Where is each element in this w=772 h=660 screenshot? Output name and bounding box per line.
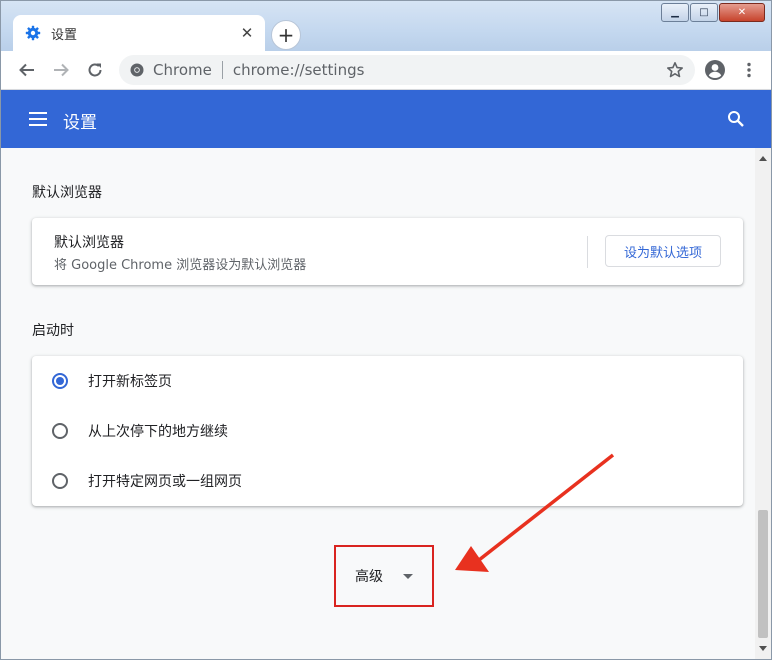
advanced-label: 高级 bbox=[355, 569, 383, 585]
radio-button[interactable] bbox=[52, 473, 68, 489]
back-icon[interactable] bbox=[13, 56, 41, 84]
radio-label: 打开特定网页或一组网页 bbox=[88, 474, 242, 490]
default-browser-label: 默认浏览器 bbox=[54, 235, 124, 251]
tab-settings[interactable]: 设置 ✕ bbox=[13, 15, 265, 51]
browser-toolbar: Chrome chrome://settings bbox=[1, 51, 771, 90]
tab-title: 设置 bbox=[51, 27, 78, 43]
on-startup-card: 打开新标签页 从上次停下的地方继续 打开特定网页或一组网页 bbox=[32, 356, 743, 506]
more-icon[interactable] bbox=[735, 56, 763, 84]
radio-button[interactable] bbox=[52, 423, 68, 439]
tab-close-icon[interactable]: ✕ bbox=[237, 23, 257, 43]
default-browser-description: 将 Google Chrome 浏览器设为默认浏览器 bbox=[54, 258, 307, 273]
default-browser-card: 默认浏览器 将 Google Chrome 浏览器设为默认浏览器 设为默认选项 bbox=[32, 218, 743, 285]
browser-window: 设置 ✕ + ▁ □ ✕ Chrome chrome://settings 设置… bbox=[0, 0, 772, 660]
new-tab-button[interactable]: + bbox=[271, 20, 301, 50]
close-window-button[interactable]: ✕ bbox=[719, 3, 765, 22]
make-default-button[interactable]: 设为默认选项 bbox=[605, 235, 721, 267]
search-icon[interactable] bbox=[725, 108, 747, 130]
settings-content: 默认浏览器 默认浏览器 将 Google Chrome 浏览器设为默认浏览器 设… bbox=[1, 148, 755, 659]
tab-strip: 设置 ✕ + ▁ □ ✕ bbox=[1, 1, 771, 51]
site-label: Chrome bbox=[153, 61, 212, 79]
section-title-on-startup: 启动时 bbox=[32, 323, 74, 339]
card-divider bbox=[587, 236, 588, 268]
scrollbar-thumb[interactable] bbox=[758, 510, 768, 638]
account-icon[interactable] bbox=[701, 56, 729, 84]
scroll-down-icon[interactable] bbox=[759, 646, 767, 651]
radio-label: 打开新标签页 bbox=[88, 374, 172, 390]
section-title-default-browser: 默认浏览器 bbox=[32, 185, 102, 201]
page-title: 设置 bbox=[63, 113, 97, 133]
reload-icon[interactable] bbox=[81, 56, 109, 84]
maximize-button[interactable]: □ bbox=[690, 3, 718, 22]
dropdown-arrow-icon bbox=[403, 573, 413, 579]
forward-icon[interactable] bbox=[47, 56, 75, 84]
vertical-scrollbar[interactable] bbox=[755, 148, 771, 659]
window-controls: ▁ □ ✕ bbox=[660, 3, 765, 22]
scroll-up-icon[interactable] bbox=[759, 156, 767, 161]
gear-icon bbox=[25, 25, 41, 41]
radio-button-checked[interactable] bbox=[52, 373, 68, 389]
address-bar[interactable]: Chrome chrome://settings bbox=[119, 55, 695, 85]
chrome-icon bbox=[129, 62, 145, 78]
radio-label: 从上次停下的地方继续 bbox=[88, 424, 228, 440]
startup-option-specific-pages[interactable]: 打开特定网页或一组网页 bbox=[32, 456, 743, 506]
startup-option-continue[interactable]: 从上次停下的地方继续 bbox=[32, 406, 743, 456]
minimize-button[interactable]: ▁ bbox=[661, 3, 689, 22]
startup-option-new-tab[interactable]: 打开新标签页 bbox=[32, 356, 743, 406]
menu-icon[interactable] bbox=[27, 108, 49, 130]
omnibox-divider bbox=[221, 61, 223, 79]
advanced-toggle[interactable]: 高级 bbox=[334, 545, 434, 607]
settings-header: 设置 bbox=[1, 90, 771, 148]
star-icon[interactable] bbox=[665, 60, 685, 80]
url-text[interactable]: chrome://settings bbox=[233, 61, 665, 79]
